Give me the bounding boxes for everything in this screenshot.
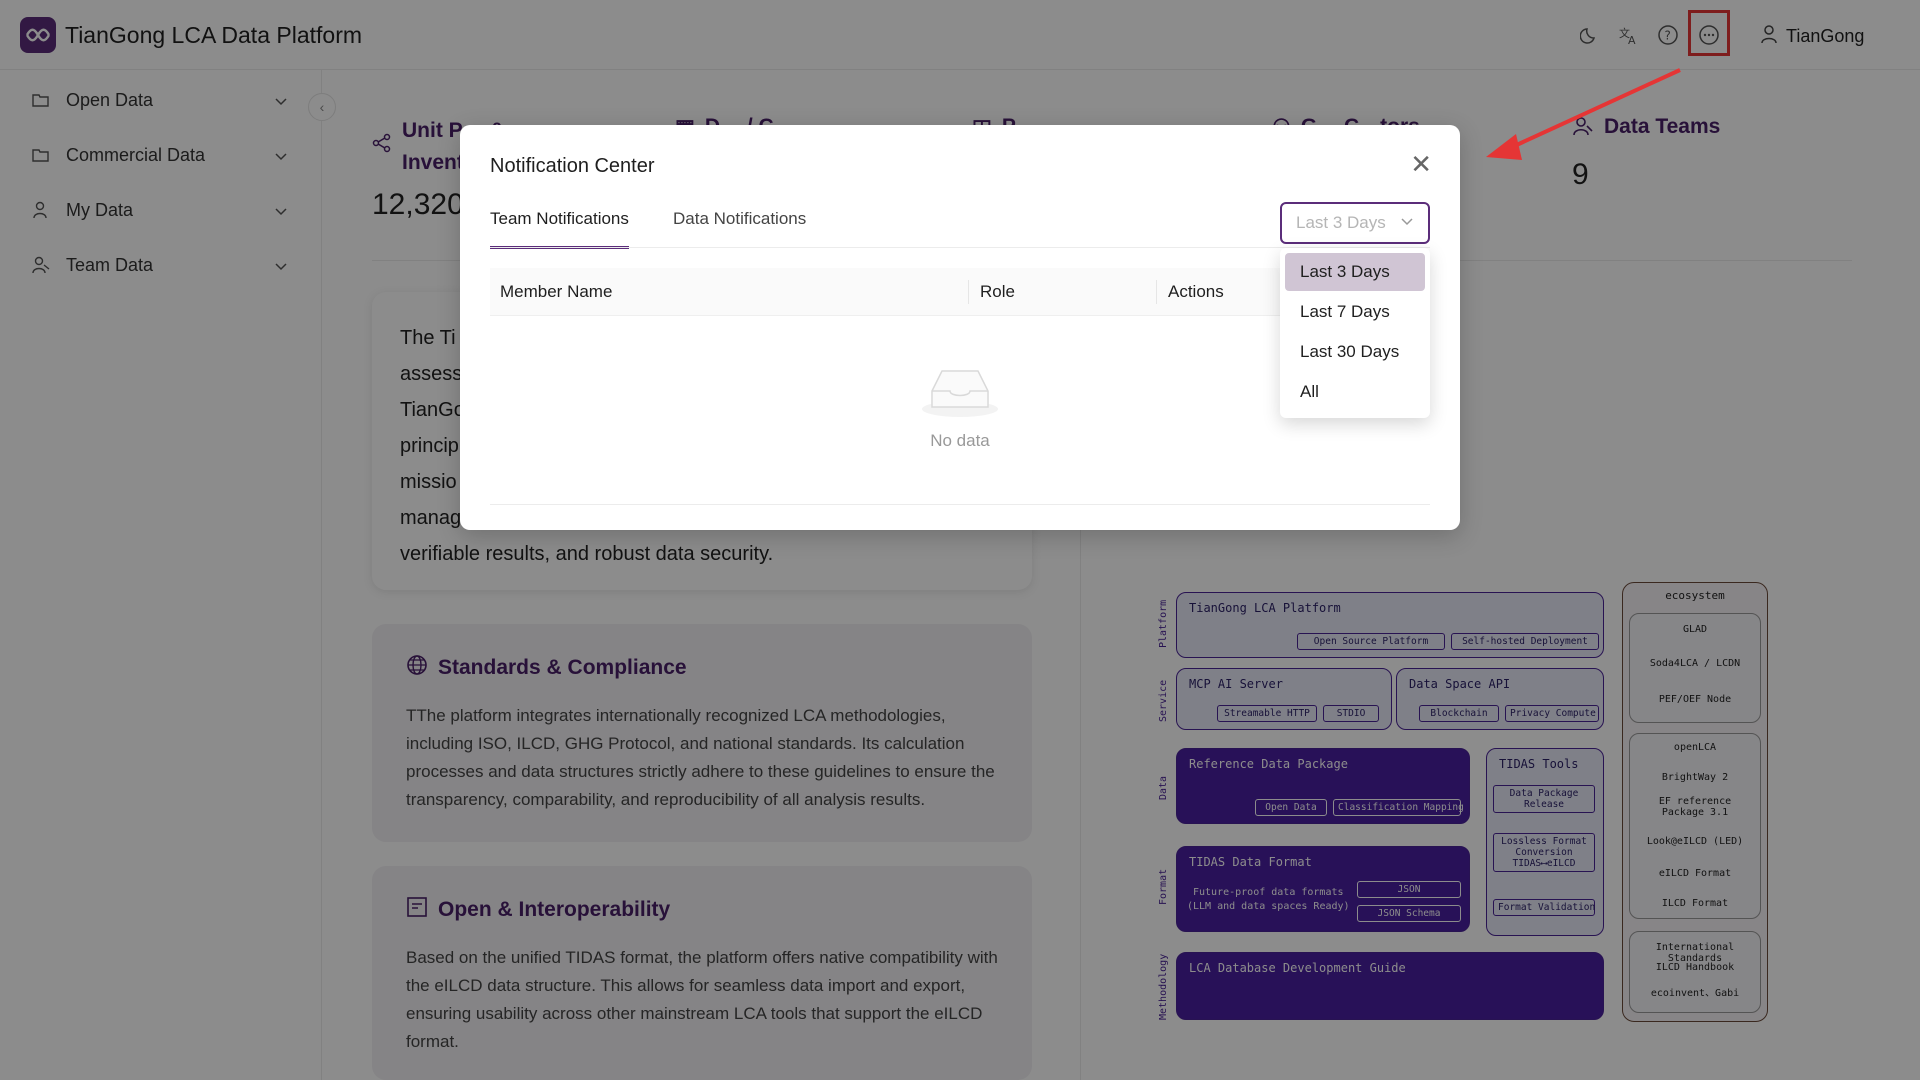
select-placeholder: Last 3 Days xyxy=(1296,213,1386,232)
modal-divider xyxy=(490,504,1430,505)
option-last-7-days[interactable]: Last 7 Days xyxy=(1285,293,1425,331)
option-last-30-days[interactable]: Last 30 Days xyxy=(1285,333,1425,371)
empty-text: No data xyxy=(930,431,990,450)
close-icon[interactable]: ✕ xyxy=(1410,151,1432,177)
column-separator xyxy=(968,280,969,304)
tab-team-notifications[interactable]: Team Notifications xyxy=(490,209,629,249)
column-header: Actions xyxy=(1168,282,1224,301)
column-header: Role xyxy=(980,282,1015,301)
time-range-dropdown: Last 3 Days Last 7 Days Last 30 Days All xyxy=(1280,248,1430,418)
column-separator xyxy=(1156,280,1157,304)
column-header: Member Name xyxy=(500,282,613,301)
option-last-3-days[interactable]: Last 3 Days xyxy=(1285,253,1425,291)
tab-data-notifications[interactable]: Data Notifications xyxy=(673,209,806,249)
empty-inbox-icon xyxy=(922,370,998,417)
modal-title: Notification Center xyxy=(490,155,655,177)
time-range-select[interactable]: Last 3 Days xyxy=(1280,202,1430,244)
chevron-down-icon xyxy=(1400,213,1414,229)
option-all[interactable]: All xyxy=(1285,373,1425,411)
